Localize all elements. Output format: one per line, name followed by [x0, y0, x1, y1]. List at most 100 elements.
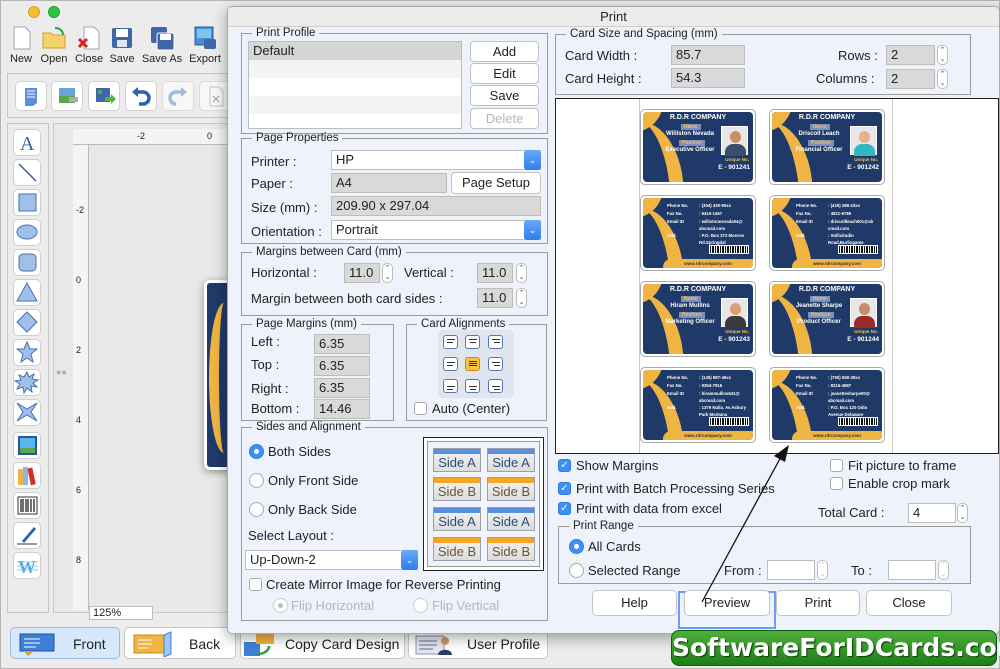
align-middle-right-button[interactable]: [488, 357, 503, 371]
new-button[interactable]: New: [9, 25, 33, 65]
rows-field[interactable]: 2: [886, 45, 935, 65]
align-top-center-button[interactable]: [465, 335, 480, 349]
close-button[interactable]: Close: [866, 590, 952, 616]
rectangle-tool[interactable]: [13, 189, 41, 216]
splitter-handle[interactable]: ●●: [56, 367, 67, 377]
save-button[interactable]: Save: [109, 25, 135, 65]
only-front-side-radio[interactable]: [249, 473, 264, 488]
top-margin-field[interactable]: 6.35: [314, 356, 370, 376]
help-button[interactable]: Help: [592, 590, 677, 616]
right-margin-field[interactable]: 6.35: [314, 378, 370, 398]
redo-button[interactable]: [162, 81, 194, 111]
profile-list-item[interactable]: [249, 96, 461, 114]
align-bottom-center-button[interactable]: [465, 379, 480, 393]
rounded-rectangle-tool[interactable]: [13, 249, 41, 276]
to-stepper[interactable]: ⌃ ⌄: [938, 560, 949, 580]
zoom-level-select[interactable]: 125%: [89, 606, 153, 620]
align-bottom-left-button[interactable]: [443, 379, 458, 393]
line-tool[interactable]: [13, 159, 41, 186]
horizontal-margin-field[interactable]: 11.0: [344, 263, 380, 283]
card-company: R.D.R COMPANY: [669, 114, 727, 121]
ellipse-tool[interactable]: [13, 219, 41, 246]
card-field-label: Fax No.: [667, 211, 683, 216]
horizontal-margin-stepper[interactable]: ⌃ ⌄: [382, 263, 393, 283]
signature-tool[interactable]: [13, 522, 41, 549]
triangle-tool[interactable]: [13, 279, 41, 306]
profile-list-item[interactable]: [249, 78, 461, 96]
tab-back[interactable]: Back: [124, 627, 236, 659]
card-position-tag: Position: [808, 312, 834, 318]
card-position-tag: Position: [808, 140, 834, 146]
delete-profile-button[interactable]: Delete: [470, 108, 539, 129]
layout-select[interactable]: Up-Down-2 ⌄: [245, 550, 418, 570]
properties-button[interactable]: [15, 81, 47, 111]
orientation-select[interactable]: Portrait ⌄: [331, 220, 541, 240]
preview-page: R.D.R COMPANY Name Williston Nevada Positio…: [639, 99, 893, 453]
import-button[interactable]: [88, 81, 120, 111]
export-icon: [192, 25, 218, 51]
edit-profile-button[interactable]: Edit: [470, 63, 539, 84]
export-button[interactable]: Export: [188, 25, 222, 65]
selected-range-radio[interactable]: [569, 563, 584, 578]
show-margins-checkbox[interactable]: ✓: [558, 459, 571, 472]
sparkle-tool[interactable]: [13, 399, 41, 426]
open-button[interactable]: Open: [39, 25, 69, 65]
barcode-tool[interactable]: [13, 492, 41, 519]
left-margin-field[interactable]: 6.35: [314, 334, 370, 354]
library-tool[interactable]: [13, 462, 41, 489]
from-stepper[interactable]: ⌃ ⌄: [817, 560, 828, 580]
columns-stepper[interactable]: ⌃ ⌄: [937, 69, 948, 89]
profile-list-item[interactable]: [249, 60, 461, 78]
preview-button[interactable]: Preview: [684, 590, 770, 616]
text-tool[interactable]: A: [13, 129, 41, 156]
vertical-margin-stepper[interactable]: ⌃ ⌄: [516, 263, 527, 283]
undo-button[interactable]: [125, 81, 157, 111]
tab-front[interactable]: Front: [10, 627, 120, 659]
diamond-tool[interactable]: [13, 309, 41, 336]
card-height-field[interactable]: 54.3: [671, 68, 745, 88]
picture-tool[interactable]: [13, 432, 41, 459]
align-top-right-button[interactable]: [488, 335, 503, 349]
rows-stepper[interactable]: ⌃ ⌄: [937, 45, 948, 65]
watermark-tool[interactable]: W: [13, 552, 41, 579]
printer-select[interactable]: HP ⌄: [331, 150, 541, 170]
both-sides-margin-field[interactable]: 11.0: [477, 288, 513, 308]
only-back-side-radio[interactable]: [249, 502, 264, 517]
crop-mark-checkbox[interactable]: [830, 477, 843, 490]
auto-center-checkbox[interactable]: [414, 402, 427, 415]
both-sides-radio[interactable]: [249, 444, 264, 459]
save-as-button[interactable]: Save As: [141, 25, 183, 65]
mirror-image-checkbox[interactable]: [249, 578, 262, 591]
star-tool[interactable]: [13, 339, 41, 366]
flip-vertical-radio[interactable]: [413, 598, 428, 613]
both-sides-margin-stepper[interactable]: ⌃ ⌄: [516, 288, 527, 308]
close-button[interactable]: Close: [74, 25, 104, 65]
zoom-window-button[interactable]: [48, 6, 60, 18]
to-field[interactable]: [888, 560, 936, 580]
align-bottom-right-button[interactable]: [488, 379, 503, 393]
save-profile-button[interactable]: Save: [470, 85, 539, 106]
flip-horizontal-radio[interactable]: [273, 598, 288, 613]
align-middle-center-button[interactable]: [465, 357, 480, 371]
profile-list-item[interactable]: Default: [249, 42, 461, 60]
excel-data-checkbox[interactable]: ✓: [558, 502, 571, 515]
from-field[interactable]: [767, 560, 815, 580]
align-top-left-button[interactable]: [443, 335, 458, 349]
profile-list-item[interactable]: [249, 114, 461, 132]
card-width-field[interactable]: 85.7: [671, 45, 745, 65]
align-middle-left-button[interactable]: [443, 357, 458, 371]
fit-picture-checkbox[interactable]: [830, 459, 843, 472]
bottom-margin-field[interactable]: 14.46: [314, 399, 370, 419]
card-width-label: Card Width :: [565, 48, 638, 63]
vertical-margin-field[interactable]: 11.0: [477, 263, 513, 283]
all-cards-radio[interactable]: [569, 539, 584, 554]
insert-image-button[interactable]: [51, 81, 83, 111]
batch-processing-checkbox[interactable]: ✓: [558, 482, 571, 495]
page-setup-button[interactable]: Page Setup: [451, 172, 541, 194]
minimize-window-button[interactable]: [28, 6, 40, 18]
print-profile-list[interactable]: Default: [248, 41, 462, 129]
burst-tool[interactable]: [13, 369, 41, 396]
print-button[interactable]: Print: [776, 590, 860, 616]
columns-field[interactable]: 2: [886, 69, 935, 89]
add-profile-button[interactable]: Add: [470, 41, 539, 62]
